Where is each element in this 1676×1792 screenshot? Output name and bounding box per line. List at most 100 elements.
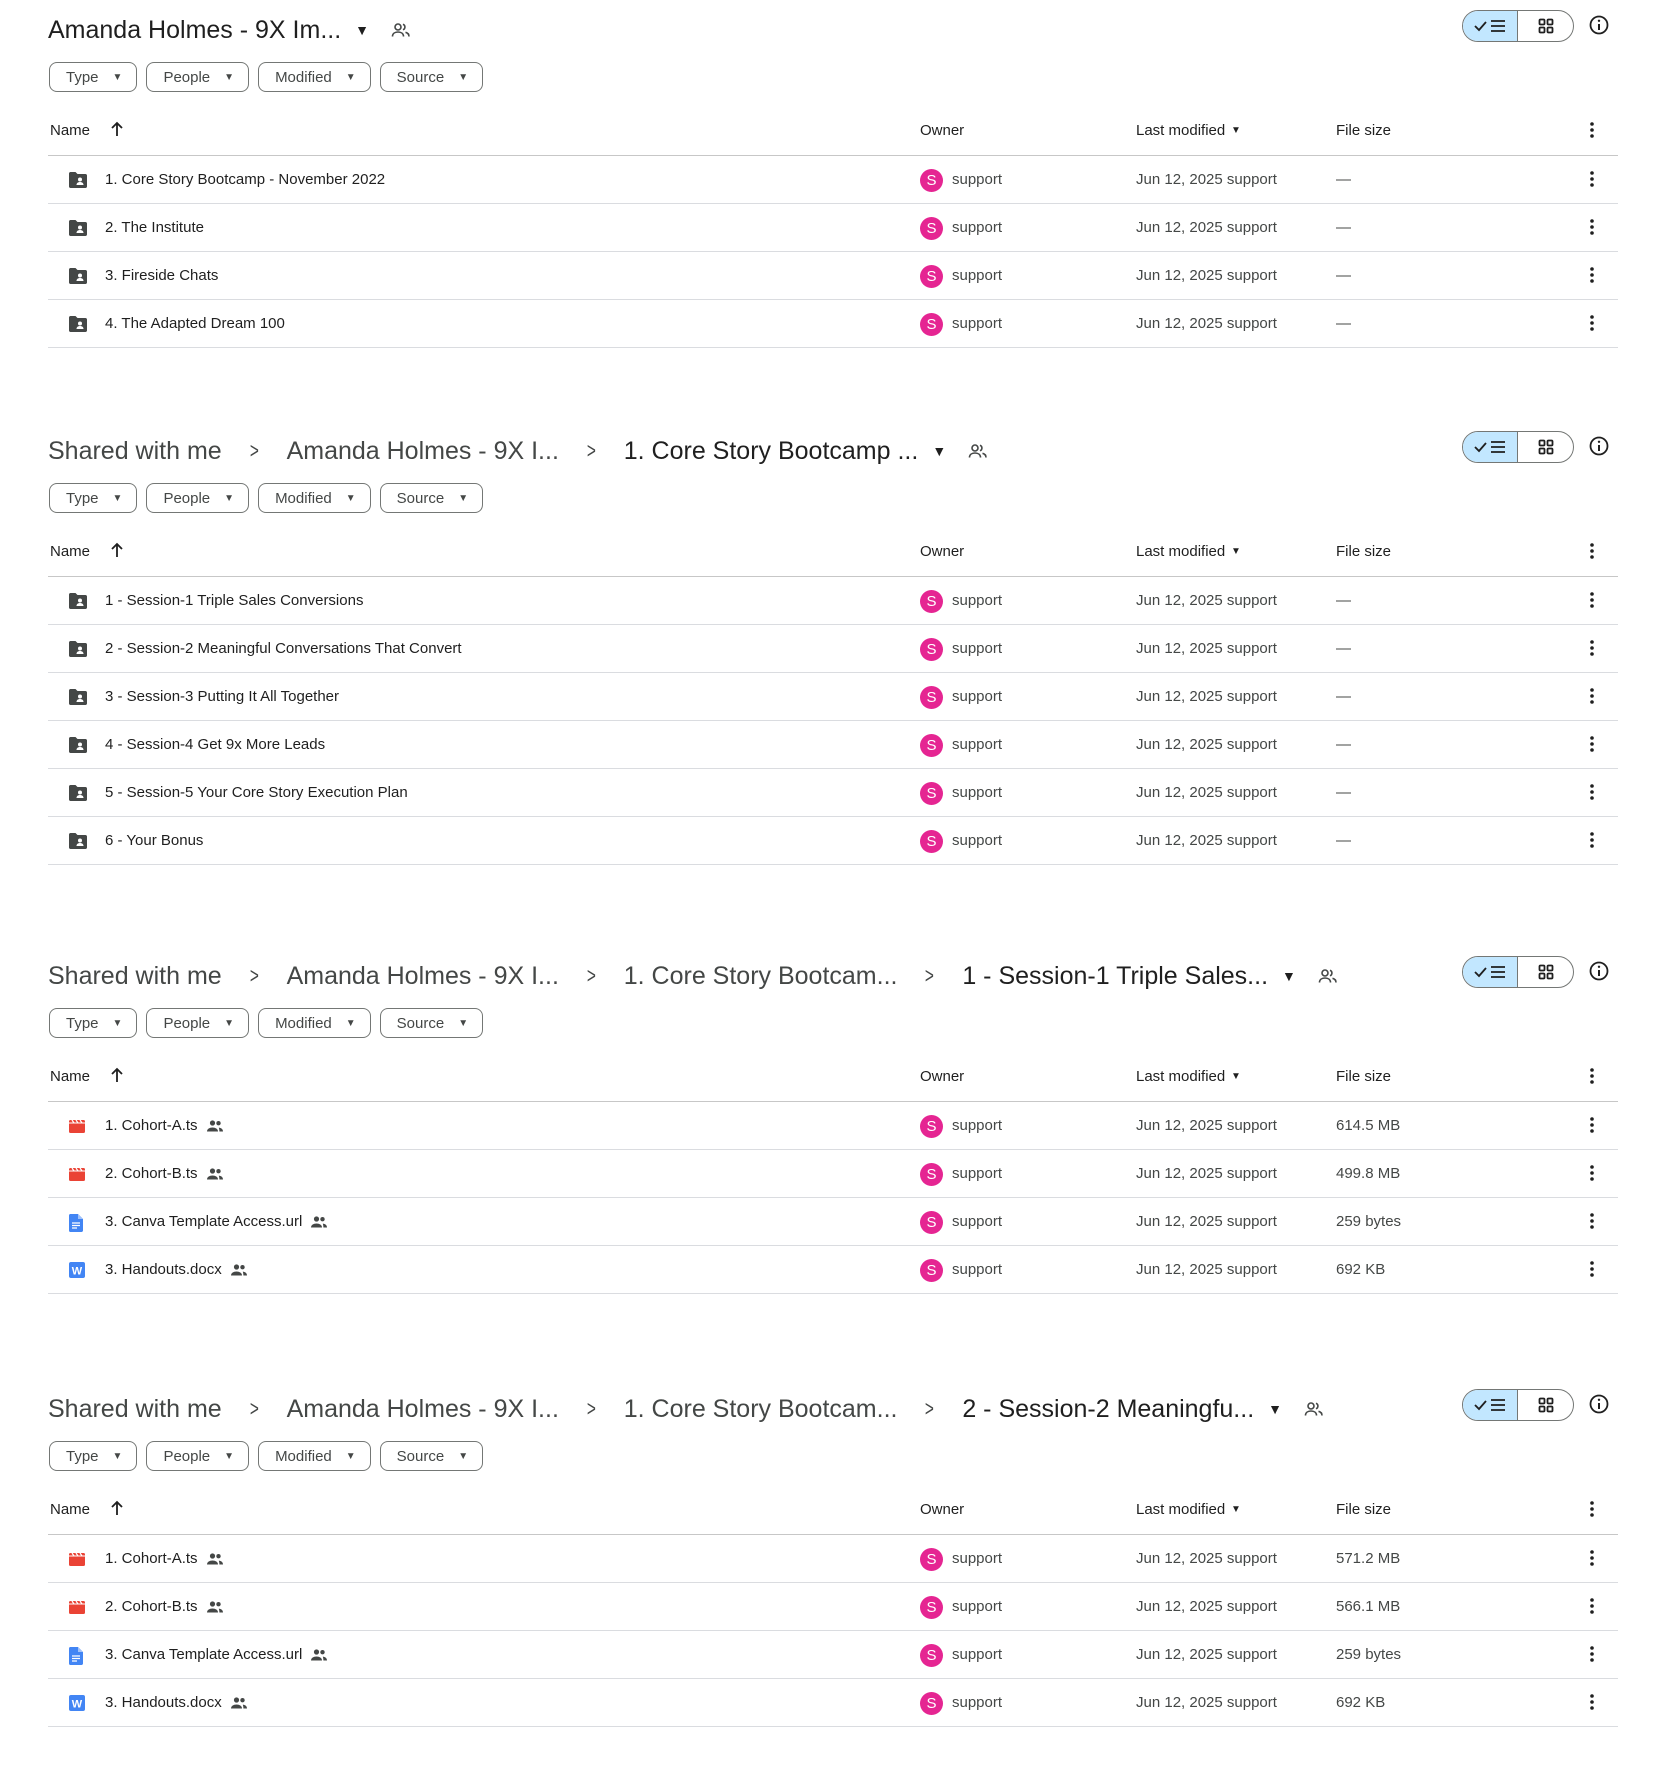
more-options-icon[interactable] <box>1589 542 1595 564</box>
filter-chip-people[interactable]: People ▼ <box>146 62 250 92</box>
breadcrumb-item[interactable]: Shared with me <box>48 1395 222 1424</box>
info-icon[interactable] <box>1588 1393 1610 1420</box>
file-name[interactable]: 2 - Session-2 Meaningful Conversations T… <box>105 640 462 657</box>
table-row[interactable]: 2. Cohort-B.ts S support Jun 12, 2025 su… <box>48 1583 1618 1631</box>
table-row[interactable]: 1. Core Story Bootcamp - November 2022 S… <box>48 156 1618 204</box>
row-more-options-icon[interactable] <box>1589 831 1595 853</box>
list-view-button[interactable] <box>1463 432 1518 462</box>
row-more-options-icon[interactable] <box>1589 1645 1595 1667</box>
filter-chip-source[interactable]: Source ▼ <box>379 1441 484 1471</box>
info-icon[interactable] <box>1588 435 1610 462</box>
file-name[interactable]: 3. Handouts.docx <box>105 1261 248 1278</box>
folder-menu-caret-icon[interactable]: ▼ <box>355 22 369 38</box>
file-name[interactable]: 3. Canva Template Access.url <box>105 1213 328 1230</box>
breadcrumb-item[interactable]: Amanda Holmes - 9X I... <box>287 1395 559 1424</box>
table-row[interactable]: 1. Cohort-A.ts S support Jun 12, 2025 su… <box>48 1535 1618 1583</box>
table-row[interactable]: W 3. Handouts.docx S support Jun 12, 202… <box>48 1679 1618 1727</box>
table-row[interactable]: 6 - Your Bonus S support Jun 12, 2025 su… <box>48 817 1618 865</box>
grid-view-button[interactable] <box>1518 11 1573 41</box>
filter-chip-people[interactable]: People ▼ <box>146 483 250 513</box>
file-name[interactable]: 3. Fireside Chats <box>105 267 218 284</box>
column-header-last-modified[interactable]: Last modified <box>1136 543 1225 560</box>
filter-chip-type[interactable]: Type ▼ <box>49 62 138 92</box>
breadcrumb-item[interactable]: Amanda Holmes - 9X I... <box>287 962 559 991</box>
table-row[interactable]: 2. Cohort-B.ts S support Jun 12, 2025 su… <box>48 1150 1618 1198</box>
file-name[interactable]: 1. Cohort-A.ts <box>105 1117 224 1134</box>
table-row[interactable]: 3 - Session-3 Putting It All Together S … <box>48 673 1618 721</box>
filter-chip-source[interactable]: Source ▼ <box>379 483 484 513</box>
row-more-options-icon[interactable] <box>1589 735 1595 757</box>
folder-menu-caret-icon[interactable]: ▼ <box>1268 1401 1282 1417</box>
more-options-icon[interactable] <box>1589 1067 1595 1089</box>
list-view-button[interactable] <box>1463 11 1518 41</box>
column-header-last-modified[interactable]: Last modified <box>1136 122 1225 139</box>
shared-folder-people-icon[interactable] <box>968 443 988 459</box>
filter-chip-modified[interactable]: Modified ▼ <box>258 1008 371 1038</box>
table-row[interactable]: 3. Fireside Chats S support Jun 12, 2025… <box>48 252 1618 300</box>
breadcrumb-item[interactable]: Shared with me <box>48 962 222 991</box>
column-header-last-modified[interactable]: Last modified <box>1136 1501 1225 1518</box>
table-row[interactable]: 4. The Adapted Dream 100 S support Jun 1… <box>48 300 1618 348</box>
column-header-name[interactable]: Name <box>50 1068 90 1085</box>
shared-folder-people-icon[interactable] <box>1304 1401 1324 1417</box>
sort-caret-down-icon[interactable]: ▼ <box>1231 546 1241 557</box>
file-name[interactable]: 3 - Session-3 Putting It All Together <box>105 688 339 705</box>
info-icon[interactable] <box>1588 960 1610 987</box>
row-more-options-icon[interactable] <box>1589 783 1595 805</box>
breadcrumb-current[interactable]: 2 - Session-2 Meaningfu... <box>962 1395 1254 1424</box>
file-name[interactable]: 2. Cohort-B.ts <box>105 1598 224 1615</box>
breadcrumb-item[interactable]: 1. Core Story Bootcam... <box>624 1395 898 1424</box>
table-row[interactable]: 2 - Session-2 Meaningful Conversations T… <box>48 625 1618 673</box>
table-row[interactable]: 3. Canva Template Access.url S support J… <box>48 1631 1618 1679</box>
folder-menu-caret-icon[interactable]: ▼ <box>1282 968 1296 984</box>
info-icon[interactable] <box>1588 14 1610 41</box>
file-name[interactable]: 2. The Institute <box>105 219 204 236</box>
filter-chip-modified[interactable]: Modified ▼ <box>258 62 371 92</box>
column-header-name[interactable]: Name <box>50 543 90 560</box>
row-more-options-icon[interactable] <box>1589 687 1595 709</box>
filter-chip-source[interactable]: Source ▼ <box>379 62 484 92</box>
file-name[interactable]: 6 - Your Bonus <box>105 832 203 849</box>
more-options-icon[interactable] <box>1589 1500 1595 1522</box>
row-more-options-icon[interactable] <box>1589 170 1595 192</box>
grid-view-button[interactable] <box>1518 957 1573 987</box>
sort-arrow-up-icon[interactable] <box>110 1067 124 1087</box>
table-row[interactable]: 2. The Institute S support Jun 12, 2025 … <box>48 204 1618 252</box>
list-view-button[interactable] <box>1463 957 1518 987</box>
list-view-button[interactable] <box>1463 1390 1518 1420</box>
column-header-name[interactable]: Name <box>50 1501 90 1518</box>
shared-folder-people-icon[interactable] <box>1318 968 1338 984</box>
table-row[interactable]: 4 - Session-4 Get 9x More Leads S suppor… <box>48 721 1618 769</box>
breadcrumb-item[interactable]: Shared with me <box>48 437 222 466</box>
file-name[interactable]: 5 - Session-5 Your Core Story Execution … <box>105 784 408 801</box>
breadcrumb-current[interactable]: 1 - Session-1 Triple Sales... <box>962 962 1268 991</box>
row-more-options-icon[interactable] <box>1589 314 1595 336</box>
row-more-options-icon[interactable] <box>1589 1116 1595 1138</box>
shared-folder-people-icon[interactable] <box>391 22 411 38</box>
file-name[interactable]: 1. Core Story Bootcamp - November 2022 <box>105 171 385 188</box>
row-more-options-icon[interactable] <box>1589 1212 1595 1234</box>
row-more-options-icon[interactable] <box>1589 266 1595 288</box>
row-more-options-icon[interactable] <box>1589 1693 1595 1715</box>
file-name[interactable]: 3. Handouts.docx <box>105 1694 248 1711</box>
sort-caret-down-icon[interactable]: ▼ <box>1231 1071 1241 1082</box>
table-row[interactable]: 3. Canva Template Access.url S support J… <box>48 1198 1618 1246</box>
filter-chip-type[interactable]: Type ▼ <box>49 1441 138 1471</box>
filter-chip-modified[interactable]: Modified ▼ <box>258 483 371 513</box>
column-header-name[interactable]: Name <box>50 122 90 139</box>
row-more-options-icon[interactable] <box>1589 1549 1595 1571</box>
row-more-options-icon[interactable] <box>1589 1597 1595 1619</box>
sort-caret-down-icon[interactable]: ▼ <box>1231 125 1241 136</box>
file-name[interactable]: 3. Canva Template Access.url <box>105 1646 328 1663</box>
folder-menu-caret-icon[interactable]: ▼ <box>932 443 946 459</box>
breadcrumb-item[interactable]: 1. Core Story Bootcam... <box>624 962 898 991</box>
file-name[interactable]: 4. The Adapted Dream 100 <box>105 315 285 332</box>
row-more-options-icon[interactable] <box>1589 1260 1595 1282</box>
filter-chip-people[interactable]: People ▼ <box>146 1441 250 1471</box>
filter-chip-source[interactable]: Source ▼ <box>379 1008 484 1038</box>
table-row[interactable]: 5 - Session-5 Your Core Story Execution … <box>48 769 1618 817</box>
breadcrumb-item[interactable]: Amanda Holmes - 9X I... <box>287 437 559 466</box>
file-name[interactable]: 4 - Session-4 Get 9x More Leads <box>105 736 325 753</box>
sort-arrow-up-icon[interactable] <box>110 1500 124 1520</box>
filter-chip-type[interactable]: Type ▼ <box>49 1008 138 1038</box>
